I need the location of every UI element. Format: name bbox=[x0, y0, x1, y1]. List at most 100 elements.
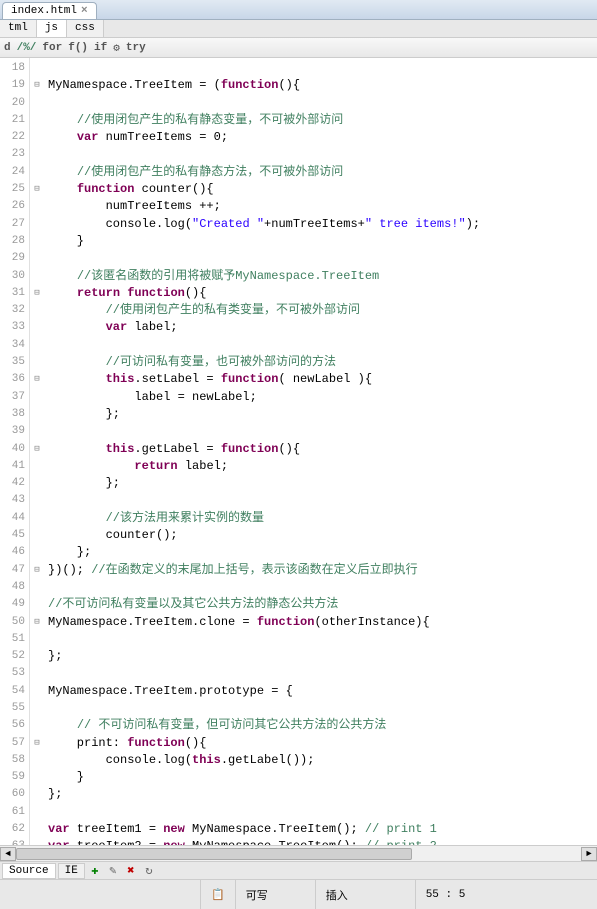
line-number: 38 bbox=[0, 406, 25, 423]
snippet-comment[interactable]: /%/ bbox=[17, 42, 37, 54]
code-line[interactable] bbox=[48, 146, 597, 163]
line-number: 48 bbox=[0, 579, 25, 596]
line-number: 46 bbox=[0, 544, 25, 561]
sync-icon[interactable]: ↻ bbox=[141, 864, 157, 878]
line-number: 31 bbox=[0, 285, 25, 302]
code-line[interactable] bbox=[48, 492, 597, 509]
code-line[interactable] bbox=[48, 423, 597, 440]
fold-toggle-icon[interactable]: ⊟ bbox=[30, 562, 44, 579]
code-line[interactable]: var treeItem1 = new MyNamespace.TreeItem… bbox=[48, 821, 597, 838]
code-line[interactable]: MyNamespace.TreeItem.prototype = { bbox=[48, 683, 597, 700]
snippet-toolbar: d /%/ for f() if ⚙ try bbox=[0, 38, 597, 58]
snippet-func[interactable]: f() bbox=[68, 42, 88, 54]
fold-toggle-icon[interactable]: ⊟ bbox=[30, 181, 44, 198]
code-line[interactable] bbox=[48, 579, 597, 596]
code-line[interactable]: }; bbox=[48, 648, 597, 665]
line-number: 59 bbox=[0, 769, 25, 786]
line-number: 49 bbox=[0, 596, 25, 613]
code-line[interactable]: counter(); bbox=[48, 527, 597, 544]
add-icon[interactable]: ✚ bbox=[87, 864, 103, 878]
code-line[interactable] bbox=[48, 337, 597, 354]
fold-toggle-icon[interactable]: ⊟ bbox=[30, 371, 44, 388]
line-number: 19 bbox=[0, 77, 25, 94]
line-number: 30 bbox=[0, 268, 25, 285]
fold-toggle-icon[interactable]: ⊟ bbox=[30, 285, 44, 302]
status-clipboard-icon[interactable]: 📋 bbox=[200, 880, 235, 909]
scroll-right-icon[interactable]: ► bbox=[581, 847, 597, 861]
code-line[interactable]: console.log(this.getLabel()); bbox=[48, 752, 597, 769]
code-line[interactable] bbox=[48, 665, 597, 682]
code-line[interactable]: this.setLabel = function( newLabel ){ bbox=[48, 371, 597, 388]
code-line[interactable] bbox=[48, 804, 597, 821]
source-tab[interactable]: Source bbox=[2, 863, 56, 879]
code-line[interactable]: // 不可访问私有变量，但可访问其它公共方法的公共方法 bbox=[48, 717, 597, 734]
scroll-thumb[interactable] bbox=[16, 848, 412, 860]
code-line[interactable] bbox=[48, 95, 597, 112]
lang-tab-css[interactable]: css bbox=[67, 20, 104, 37]
code-line[interactable]: //不可访问私有变量以及其它公共方法的静态公共方法 bbox=[48, 596, 597, 613]
file-tab[interactable]: index.html × bbox=[2, 2, 97, 19]
code-line[interactable] bbox=[48, 700, 597, 717]
snippet-gear-icon[interactable]: ⚙ bbox=[113, 41, 120, 55]
code-line[interactable]: label = newLabel; bbox=[48, 389, 597, 406]
line-number: 60 bbox=[0, 786, 25, 803]
line-number: 20 bbox=[0, 95, 25, 112]
code-line[interactable]: return label; bbox=[48, 458, 597, 475]
line-number: 32 bbox=[0, 302, 25, 319]
lang-tab-html[interactable]: tml bbox=[0, 20, 37, 37]
code-line[interactable]: }; bbox=[48, 544, 597, 561]
edit-icon[interactable]: ✎ bbox=[105, 864, 121, 878]
ie-tab[interactable]: IE bbox=[58, 863, 85, 879]
line-number: 56 bbox=[0, 717, 25, 734]
fold-toggle-icon[interactable]: ⊟ bbox=[30, 77, 44, 94]
code-line[interactable]: print: function(){ bbox=[48, 735, 597, 752]
code-line[interactable] bbox=[48, 631, 597, 648]
fold-toggle-icon[interactable]: ⊟ bbox=[30, 735, 44, 752]
snippet-if[interactable]: if bbox=[94, 42, 107, 54]
code-line[interactable]: }; bbox=[48, 786, 597, 803]
code-line[interactable]: function counter(){ bbox=[48, 181, 597, 198]
code-line[interactable]: //使用闭包产生的私有静态方法，不可被外部访问 bbox=[48, 164, 597, 181]
code-line[interactable]: } bbox=[48, 769, 597, 786]
code-line[interactable]: MyNamespace.TreeItem = (function(){ bbox=[48, 77, 597, 94]
line-number: 62 bbox=[0, 821, 25, 838]
code-line[interactable]: //使用闭包产生的私有类变量，不可被外部访问 bbox=[48, 302, 597, 319]
line-number: 57 bbox=[0, 735, 25, 752]
delete-icon[interactable]: ✖ bbox=[123, 864, 139, 878]
code-line[interactable]: //该方法用来累计实例的数量 bbox=[48, 510, 597, 527]
snippet-d[interactable]: d bbox=[4, 42, 11, 54]
code-editor[interactable]: 1819202122232425262728293031323334353637… bbox=[0, 58, 597, 879]
snippet-for[interactable]: for bbox=[42, 42, 62, 54]
fold-toggle-icon[interactable]: ⊟ bbox=[30, 441, 44, 458]
code-line[interactable]: this.getLabel = function(){ bbox=[48, 441, 597, 458]
code-line[interactable]: var numTreeItems = 0; bbox=[48, 129, 597, 146]
line-number: 23 bbox=[0, 146, 25, 163]
code-line[interactable] bbox=[48, 250, 597, 267]
code-line[interactable]: MyNamespace.TreeItem.clone = function(ot… bbox=[48, 614, 597, 631]
close-icon[interactable]: × bbox=[81, 5, 88, 17]
code-line[interactable]: console.log("Created "+numTreeItems+" tr… bbox=[48, 216, 597, 233]
code-line[interactable]: } bbox=[48, 233, 597, 250]
code-line[interactable]: numTreeItems ++; bbox=[48, 198, 597, 215]
scroll-left-icon[interactable]: ◄ bbox=[0, 847, 16, 861]
code-line[interactable]: //使用闭包产生的私有静态变量，不可被外部访问 bbox=[48, 112, 597, 129]
code-line[interactable]: var label; bbox=[48, 319, 597, 336]
code-line[interactable]: return function(){ bbox=[48, 285, 597, 302]
code-line[interactable]: })(); //在函数定义的末尾加上括号，表示该函数在定义后立即执行 bbox=[48, 562, 597, 579]
line-number: 40 bbox=[0, 441, 25, 458]
code-line[interactable]: //可访问私有变量，也可被外部访问的方法 bbox=[48, 354, 597, 371]
line-number: 29 bbox=[0, 250, 25, 267]
lang-tab-js[interactable]: js bbox=[37, 20, 67, 37]
code-line[interactable]: }; bbox=[48, 406, 597, 423]
code-line[interactable]: //该匿名函数的引用将被赋予MyNamespace.TreeItem bbox=[48, 268, 597, 285]
scroll-track[interactable] bbox=[16, 847, 581, 861]
code-area[interactable]: MyNamespace.TreeItem = (function(){ //使用… bbox=[44, 58, 597, 879]
line-number: 25 bbox=[0, 181, 25, 198]
code-line[interactable] bbox=[48, 60, 597, 77]
snippet-try[interactable]: try bbox=[126, 42, 146, 54]
line-number: 18 bbox=[0, 60, 25, 77]
line-number: 39 bbox=[0, 423, 25, 440]
fold-toggle-icon[interactable]: ⊟ bbox=[30, 614, 44, 631]
code-line[interactable]: }; bbox=[48, 475, 597, 492]
status-bar: 📋 可写 插入 55 : 5 bbox=[0, 879, 597, 909]
